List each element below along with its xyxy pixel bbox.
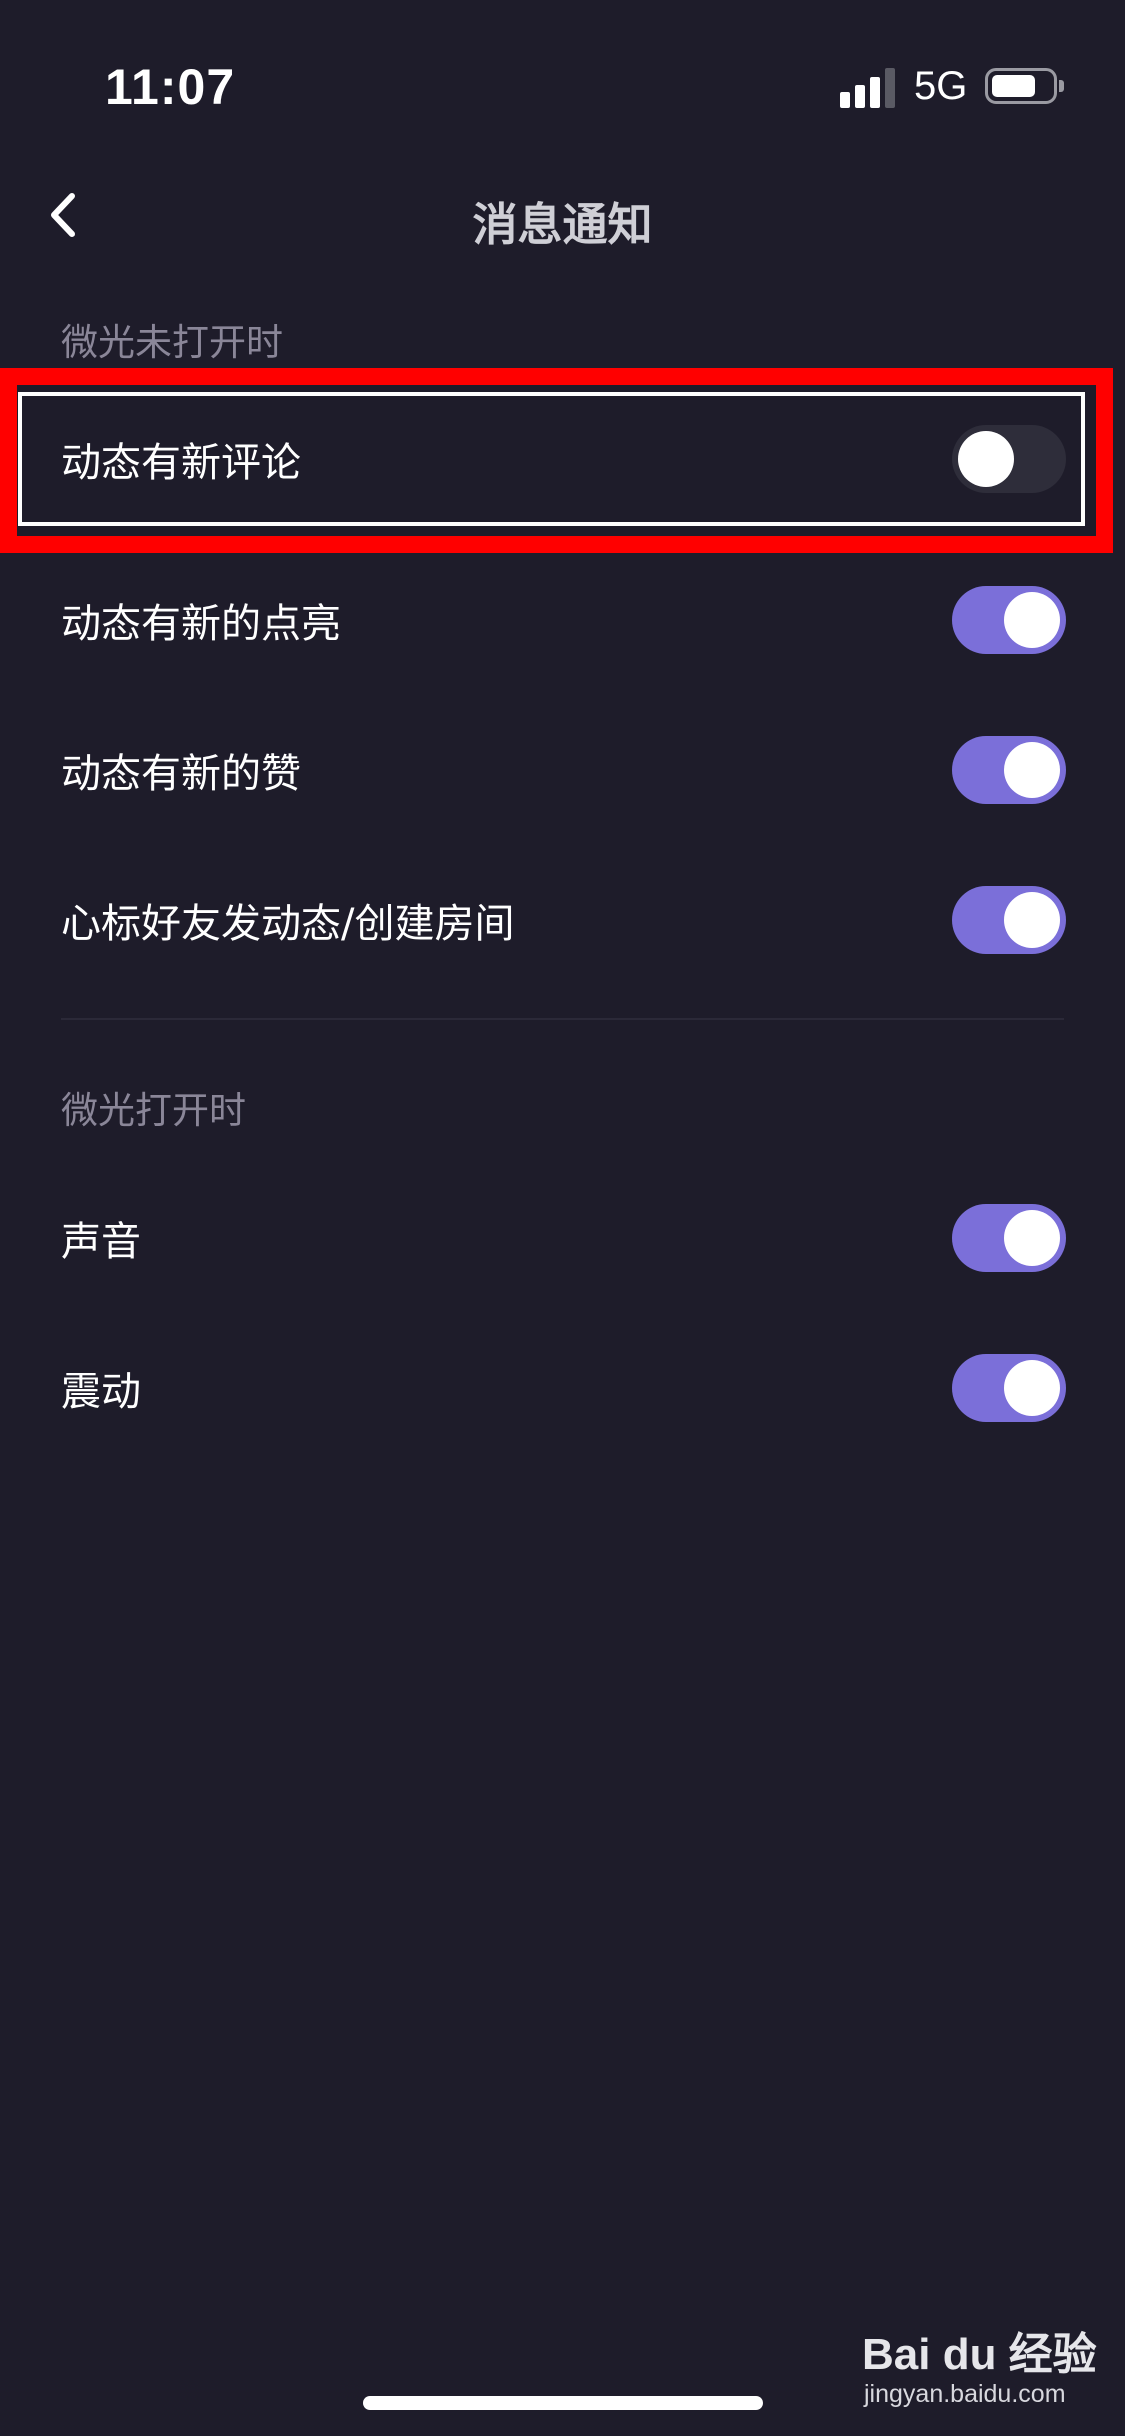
network-type: 5G — [914, 64, 968, 108]
toggle-knob — [1004, 1210, 1060, 1266]
signal-strength-icon — [840, 68, 900, 108]
new-like-toggle[interactable] — [952, 736, 1066, 804]
signal-bar — [870, 77, 880, 108]
signal-bar — [840, 92, 850, 108]
section-label-app-open: 微光打开时 — [61, 1089, 246, 1132]
friend-post-toggle[interactable] — [952, 886, 1066, 954]
setting-row-sound: 声音 — [0, 1163, 1125, 1313]
watermark-brand: Bai du 经验 — [862, 2330, 1097, 2379]
setting-row-new-like: 动态有新的赞 — [0, 695, 1125, 845]
signal-bar — [885, 68, 895, 108]
signal-bar — [855, 85, 865, 108]
baidu-jingyan-watermark: Bai du 经验 jingyan.baidu.com — [862, 2318, 1112, 2428]
toggle-knob — [1004, 1360, 1060, 1416]
section-divider — [61, 1018, 1064, 1020]
setting-label: 震动 — [61, 1369, 141, 1415]
highlight-box-inner — [18, 392, 1085, 526]
status-time: 11:07 — [105, 59, 236, 115]
page-title: 消息通知 — [472, 198, 653, 251]
section-label-app-closed: 微光未打开时 — [61, 321, 283, 364]
vibration-toggle[interactable] — [952, 1354, 1066, 1422]
sound-toggle[interactable] — [952, 1204, 1066, 1272]
setting-label: 动态有新的点亮 — [61, 601, 341, 647]
setting-label: 声音 — [61, 1219, 141, 1265]
setting-row-vibration: 震动 — [0, 1313, 1125, 1463]
setting-row-new-light: 动态有新的点亮 — [0, 545, 1125, 695]
setting-label: 动态有新的赞 — [61, 751, 301, 797]
toggle-knob — [1004, 592, 1060, 648]
setting-label: 心标好友发动态/创建房间 — [61, 901, 515, 947]
watermark-url: jingyan.baidu.com — [864, 2380, 1066, 2408]
battery-icon — [985, 68, 1064, 104]
toggle-knob — [1004, 892, 1060, 948]
setting-row-friend-post: 心标好友发动态/创建房间 — [0, 845, 1125, 995]
home-indicator — [363, 2396, 763, 2410]
new-light-toggle[interactable] — [952, 586, 1066, 654]
notification-settings-screen: 11:07 5G 消息通知 微光未打开时 动态有新评论 动态有新的点亮 动态有新… — [0, 0, 1125, 2436]
toggle-knob — [1004, 742, 1060, 798]
